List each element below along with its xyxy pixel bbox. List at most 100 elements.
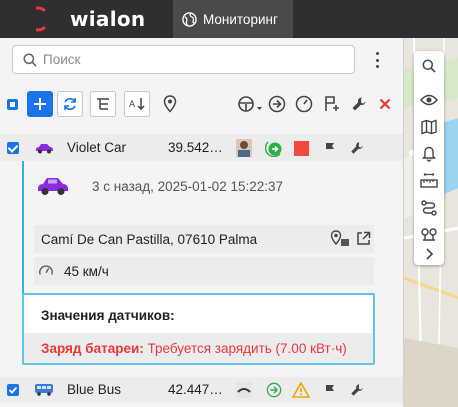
open-map-link[interactable] [356,231,371,249]
speed-value: 45 км/ч [64,264,109,279]
unit-row-violet-car[interactable]: Violet Car 39.542… [0,134,403,161]
ruler-button[interactable] [417,169,441,193]
speedometer-icon [39,265,53,275]
unit-value: 39.542… [168,140,223,155]
search-icon [23,52,37,67]
unit-car-icon [36,144,53,154]
location-filter-button[interactable] [158,92,182,116]
driver-filter-button[interactable] [236,92,264,116]
logo-mark-icon [36,6,46,32]
moving-status [265,139,283,157]
logo-text: wialon [70,7,146,31]
unit-checkbox[interactable] [7,384,19,396]
geofence-flag[interactable] [321,139,339,157]
globe-icon [182,11,197,27]
moving-status-icon [265,141,282,157]
geofence-flag[interactable] [321,381,339,399]
search-input[interactable] [43,52,343,67]
map-notifications-button[interactable] [417,142,441,166]
map-visibility-button[interactable] [417,88,441,112]
warning-icon [292,382,310,398]
map-search-button[interactable] [417,54,441,78]
unit-value: 42.447… [168,382,223,397]
expand-tools-button[interactable] [417,242,441,266]
sensor-battery: Заряд батареи: Требуется зарядить (7.00 … [41,341,347,356]
remove-units-button[interactable] [373,92,397,116]
speed-filter-button[interactable] [292,92,316,116]
add-units-button[interactable] [27,91,53,117]
unit-settings-button[interactable] [347,92,371,116]
add-geofence-button[interactable] [320,92,344,116]
unit-row-settings[interactable] [348,139,366,157]
chevron-right-icon [426,248,434,260]
arrow-circle-icon [268,95,286,113]
monitoring-panel: A [0,38,403,407]
warning-status [292,381,310,399]
moving-status [265,381,283,399]
driver-avatar[interactable] [235,139,253,157]
unit-checkbox[interactable] [7,142,19,154]
street-view-button[interactable] [330,230,350,251]
driver-photo-icon [236,139,252,157]
sensor-values-title: Значения датчиков: [41,308,175,323]
wrench-icon [351,384,363,396]
unit-name[interactable]: Blue Bus [67,382,121,397]
sensor-name: Заряд батареи: [41,341,144,356]
routes-button[interactable] [417,196,441,220]
unit-row-settings[interactable] [348,381,366,399]
external-link-icon [357,231,371,245]
flag-plus-icon [325,96,339,111]
tree-icon [97,98,109,110]
unit-toolbar: A [0,88,403,120]
driver-photo-icon [236,382,252,398]
map-icon [421,119,437,135]
svg-text:A: A [129,100,136,110]
last-message-time: 3 с назад, 2025-01-02 15:22:37 [92,179,284,194]
plus-icon [34,98,46,110]
pins-icon [421,228,437,241]
select-all-checkbox[interactable] [7,99,18,110]
steering-wheel-icon [238,96,262,112]
sensor-value: Требуется зарядить (7.00 кВт·ч) [147,341,347,356]
speedometer-icon [295,95,313,113]
unit-list: Violet Car 39.542… 3 с назад, 2025-01-02… [0,134,403,403]
group-tree-button[interactable] [90,91,116,117]
app-header: wialon Мониторинг [0,0,458,38]
ruler-icon [420,173,438,188]
sort-az-icon: A [129,98,145,111]
unit-name[interactable]: Violet Car [67,140,126,155]
map-tools-panel [414,51,444,265]
tab-monitoring-label: Мониторинг [203,11,278,27]
location-pin-icon [163,95,177,113]
sort-button[interactable]: A [124,91,150,117]
sensor-row: Заряд батареи: Требуется зарядить (7.00 … [24,333,373,363]
arrow-circle-icon [266,382,282,398]
route-icon [421,200,437,216]
address-row: Camí De Can Pastilla, 07610 Palma [34,225,374,253]
more-menu-icon[interactable] [370,52,384,68]
unit-row-blue-bus[interactable]: Blue Bus 42.447… [0,377,403,403]
wrench-icon [352,97,366,111]
refresh-button[interactable] [57,91,83,117]
close-icon [379,98,391,110]
flag-icon [326,385,334,395]
wialon-logo[interactable]: wialon [36,6,145,32]
eye-icon [420,94,438,106]
wrench-icon [351,142,363,154]
sensor-values-panel: Значения датчиков: Заряд батареи: Требуе… [22,293,375,365]
unit-car-large-icon [38,178,68,195]
map-layers-button[interactable] [417,115,441,139]
commands-button[interactable] [265,92,289,116]
speed-row: 45 км/ч [34,257,374,285]
pin-camera-icon [330,230,349,246]
driver-avatar[interactable] [235,381,253,399]
address-text: Camí De Can Pastilla, 07610 Palma [41,232,258,247]
search-icon [422,59,436,73]
red-square-icon [293,140,309,156]
ignition-status [292,139,310,157]
refresh-icon [64,98,76,110]
tab-monitoring[interactable]: Мониторинг [173,0,293,38]
flag-icon [326,143,334,153]
search-box[interactable] [12,45,355,74]
unit-bus-icon [35,384,53,396]
